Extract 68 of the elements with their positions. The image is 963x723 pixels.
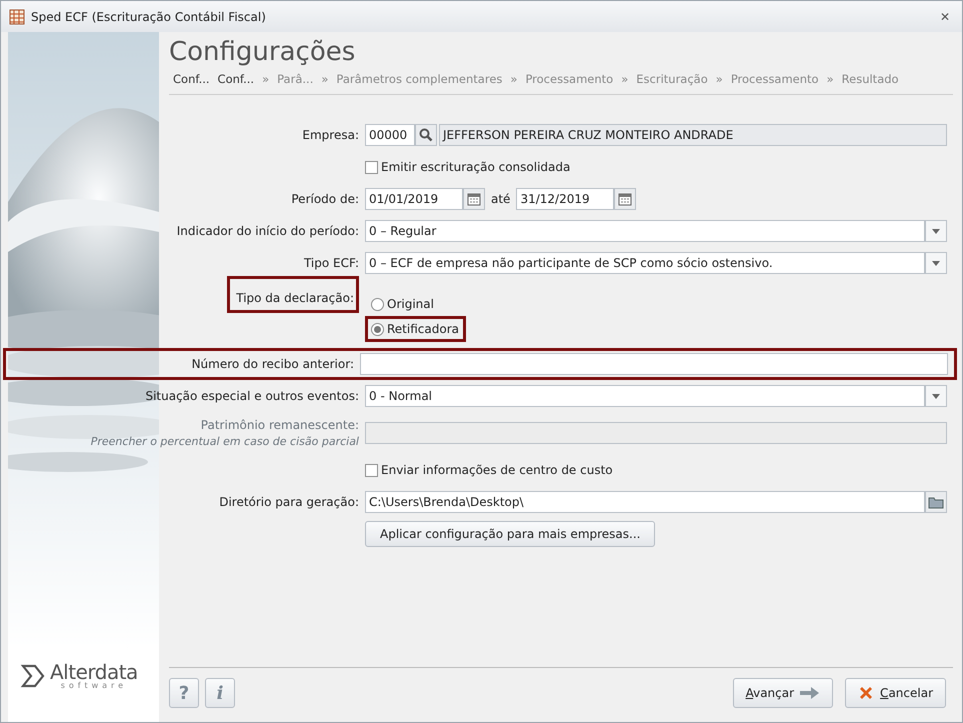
checkbox[interactable] xyxy=(365,464,378,477)
calendar-button[interactable] xyxy=(614,188,636,210)
step-separator: » xyxy=(621,71,628,88)
code-field[interactable]: 00000 xyxy=(365,124,415,146)
radio-label: Retificadora xyxy=(387,321,459,338)
field-label: Empresa: xyxy=(302,127,359,144)
next-button[interactable]: Avançar xyxy=(732,678,834,708)
date-field[interactable]: 01/01/2019 xyxy=(365,188,463,210)
search-icon xyxy=(419,128,433,142)
field-label: Período de: xyxy=(291,191,359,208)
checkbox-label: Enviar informações de centro de custo xyxy=(381,462,613,480)
calendar-icon xyxy=(467,192,481,206)
field-label: Tipo da declaração: xyxy=(227,276,359,314)
wizard-step: Conf... xyxy=(173,71,210,88)
logo-text: Alterdata xyxy=(50,662,138,682)
dropdown-button[interactable] xyxy=(925,252,947,274)
path-field[interactable]: C:\Users\Brenda\Desktop\ xyxy=(365,491,925,514)
calendar-icon xyxy=(618,192,632,206)
app-icon xyxy=(9,8,25,24)
arrow-icon xyxy=(800,687,820,699)
step-separator: » xyxy=(716,71,723,88)
dropdown-button[interactable] xyxy=(925,220,947,242)
page-title: Configurações xyxy=(169,39,356,65)
logo-tagline: software xyxy=(60,682,128,690)
dropdown-arrow-icon xyxy=(932,228,940,234)
cancel-button[interactable]: Cancelar xyxy=(845,678,946,708)
apply-button[interactable]: Aplicar configuração para mais empresas... xyxy=(365,521,656,548)
wizard-step: Processamento xyxy=(525,71,614,88)
logo-icon xyxy=(20,663,46,689)
wizard-step: Escrituração xyxy=(636,71,708,88)
dropdown-field[interactable]: 0 – ECF de empresa não participante de SCP como sócio ostensivo. xyxy=(365,252,925,274)
checkbox[interactable] xyxy=(365,160,378,174)
dropdown-arrow-icon xyxy=(932,394,940,399)
dropdown-field[interactable]: 0 – Regular xyxy=(365,220,925,242)
search-button[interactable] xyxy=(415,124,437,146)
radio-label: Original xyxy=(387,296,434,314)
radio-button[interactable] xyxy=(371,298,384,311)
wizard-step: Resultado xyxy=(842,71,899,88)
text-field[interactable] xyxy=(360,353,948,376)
company-name-field: JEFFERSON PEREIRA CRUZ MONTEIRO ANDRADE xyxy=(439,124,947,146)
calendar-button[interactable] xyxy=(463,188,485,210)
dropdown-button[interactable] xyxy=(925,385,947,408)
field-label: Tipo ECF: xyxy=(304,255,359,272)
step-separator: » xyxy=(321,71,328,88)
close-button[interactable]: ✕ xyxy=(936,8,954,26)
wizard-step: Parâmetros complementares xyxy=(336,71,502,88)
between-label: até xyxy=(491,191,510,208)
wizard-step: Processamento xyxy=(730,71,819,88)
close-icon xyxy=(858,685,874,701)
field-label: Situação especial e outros eventos: xyxy=(145,388,359,406)
radio-button[interactable] xyxy=(371,322,384,336)
step-separator: » xyxy=(826,71,834,88)
wizard-step: Parâ... xyxy=(277,71,314,88)
field-label: Diretório para geração: xyxy=(219,494,359,512)
field-label: Indicador do início do período: xyxy=(176,223,359,240)
field-label: Patrimônio remanescente: xyxy=(200,417,359,434)
date-field[interactable]: 31/12/2019 xyxy=(516,188,614,210)
folder-button[interactable] xyxy=(925,491,947,514)
dropdown-field[interactable]: 0 - Normal xyxy=(365,385,925,408)
field-label: Número do recibo anterior: xyxy=(192,356,354,374)
step-separator: » xyxy=(262,71,270,88)
folder-icon xyxy=(928,496,944,509)
checkbox-label: Emitir escrituração consolidada xyxy=(381,159,570,176)
field-hint: Preencher o percentual em caso de cisão parcial xyxy=(90,434,359,450)
dropdown-arrow-icon xyxy=(932,260,940,266)
window-title: Sped ECF (Escrituração Contábil Fiscal) xyxy=(31,8,266,26)
step-separator: » xyxy=(510,71,518,88)
wizard-step: Conf... xyxy=(218,71,254,88)
